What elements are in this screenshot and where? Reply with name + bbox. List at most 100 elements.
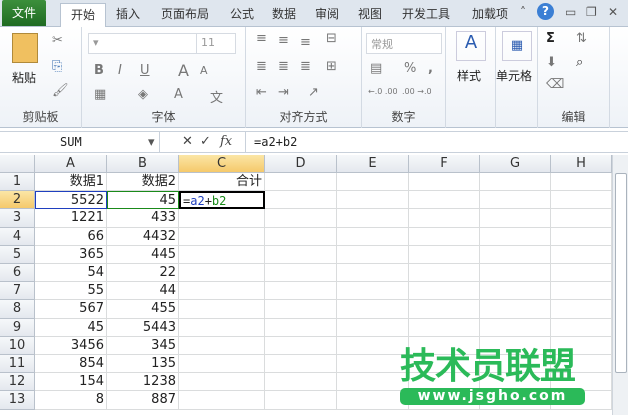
tab-1[interactable]: 开始 <box>60 3 106 28</box>
percent-button[interactable]: % <box>404 61 416 76</box>
fill-icon[interactable]: ⬇ <box>546 55 557 70</box>
paste-button[interactable]: 粘贴 <box>12 69 36 86</box>
align-left-icon[interactable]: ≣ <box>256 59 267 74</box>
cell-C2[interactable]: =a2+b2 <box>179 191 265 210</box>
currency-icon[interactable]: ▤ <box>370 61 382 76</box>
cell-E12[interactable] <box>337 373 409 392</box>
cell-B10[interactable]: 345 <box>107 336 179 355</box>
cell-D7[interactable] <box>265 282 337 301</box>
cell-C6[interactable] <box>179 264 265 283</box>
autosum-button[interactable]: Σ <box>546 31 555 46</box>
restore-icon[interactable]: ❐ <box>586 5 597 19</box>
cancel-icon[interactable]: ✕ <box>182 134 193 149</box>
row-header-13[interactable]: 13 <box>0 391 35 410</box>
cell-D6[interactable] <box>265 264 337 283</box>
tab-2[interactable]: 插入 <box>108 3 148 27</box>
cell-C4[interactable] <box>179 227 265 246</box>
cell-G3[interactable] <box>480 209 551 228</box>
cell-A4[interactable]: 66 <box>35 227 107 246</box>
cell-G8[interactable] <box>480 300 551 319</box>
find-icon[interactable]: ⌕ <box>576 55 583 70</box>
column-header-B[interactable]: B <box>107 155 179 173</box>
select-all-corner[interactable] <box>0 155 35 173</box>
styles-icon[interactable]: A <box>456 31 486 61</box>
column-header-A[interactable]: A <box>35 155 107 173</box>
cell-F2[interactable] <box>409 191 480 210</box>
align-right-icon[interactable]: ≣ <box>300 59 311 74</box>
tab-0[interactable]: 文件 <box>2 0 46 26</box>
cell-C7[interactable] <box>179 282 265 301</box>
row-header-10[interactable]: 10 <box>0 336 35 355</box>
cell-H8[interactable] <box>551 300 612 319</box>
name-box-dropdown-icon[interactable]: ▾ <box>148 135 155 150</box>
cell-F8[interactable] <box>409 300 480 319</box>
column-header-H[interactable]: H <box>551 155 612 173</box>
minimize-ribbon-icon[interactable]: ˄ <box>520 5 526 19</box>
cell-D1[interactable] <box>265 173 337 192</box>
align-middle-icon[interactable]: ≡ <box>278 33 289 48</box>
cell-A11[interactable]: 854 <box>35 355 107 374</box>
cell-H3[interactable] <box>551 209 612 228</box>
cell-E8[interactable] <box>337 300 409 319</box>
format-painter-icon[interactable]: 🖌 <box>52 83 69 98</box>
cell-F7[interactable] <box>409 282 480 301</box>
italic-button[interactable]: I <box>118 63 122 78</box>
row-header-9[interactable]: 9 <box>0 318 35 337</box>
wrap-text-icon[interactable]: ⊟ <box>326 31 337 46</box>
cell-D11[interactable] <box>265 355 337 374</box>
cell-A5[interactable]: 365 <box>35 245 107 264</box>
enter-icon[interactable]: ✓ <box>200 134 211 149</box>
cell-A13[interactable]: 8 <box>35 391 107 410</box>
cell-H5[interactable] <box>551 245 612 264</box>
fill-color-icon[interactable]: ◈ <box>138 87 148 102</box>
align-bottom-icon[interactable]: ≡ <box>300 35 311 50</box>
cells-icon[interactable]: ▦ <box>502 31 532 61</box>
grow-font-button[interactable]: A <box>178 61 189 80</box>
cell-C8[interactable] <box>179 300 265 319</box>
decrease-decimal-button[interactable]: .00 →.0 <box>402 87 432 96</box>
font-name-combo[interactable]: ▾ <box>88 33 200 54</box>
comma-button[interactable]: , <box>428 61 433 76</box>
cell-E5[interactable] <box>337 245 409 264</box>
cell-B12[interactable]: 1238 <box>107 373 179 392</box>
cell-G5[interactable] <box>480 245 551 264</box>
cell-A2[interactable]: 5522 <box>35 191 107 210</box>
cell-E13[interactable] <box>337 391 409 410</box>
cell-C1[interactable]: 合计 <box>179 173 265 192</box>
row-header-2[interactable]: 2 <box>0 191 35 210</box>
cell-A7[interactable]: 55 <box>35 282 107 301</box>
row-header-8[interactable]: 8 <box>0 300 35 319</box>
cell-C5[interactable] <box>179 245 265 264</box>
row-header-5[interactable]: 5 <box>0 245 35 264</box>
copy-icon[interactable]: ⎘ <box>52 59 62 74</box>
row-header-4[interactable]: 4 <box>0 227 35 246</box>
orientation-icon[interactable]: ↗ <box>308 85 319 100</box>
cell-B1[interactable]: 数据2 <box>107 173 179 192</box>
cell-C10[interactable] <box>179 336 265 355</box>
cell-H9[interactable] <box>551 318 612 337</box>
row-header-11[interactable]: 11 <box>0 355 35 374</box>
cell-D4[interactable] <box>265 227 337 246</box>
cell-B11[interactable]: 135 <box>107 355 179 374</box>
cut-icon[interactable]: ✂ <box>52 33 63 48</box>
cell-H4[interactable] <box>551 227 612 246</box>
column-header-C[interactable]: C <box>179 155 265 173</box>
cell-F3[interactable] <box>409 209 480 228</box>
tab-5[interactable]: 数据 <box>264 3 304 27</box>
clear-icon[interactable]: ⌫ <box>546 77 564 92</box>
cell-C11[interactable] <box>179 355 265 374</box>
insert-function-icon[interactable]: fx <box>220 134 232 149</box>
cell-D13[interactable] <box>265 391 337 410</box>
name-box[interactable]: SUM <box>0 132 160 152</box>
cell-D3[interactable] <box>265 209 337 228</box>
tab-8[interactable]: 开发工具 <box>392 3 460 27</box>
column-header-E[interactable]: E <box>337 155 409 173</box>
cell-B4[interactable]: 4432 <box>107 227 179 246</box>
font-size-combo[interactable]: 11 <box>196 33 236 54</box>
cells-button[interactable]: 单元格 <box>496 67 532 84</box>
cell-A10[interactable]: 3456 <box>35 336 107 355</box>
increase-decimal-button[interactable]: ←.0 .00 <box>368 87 398 96</box>
cell-A1[interactable]: 数据1 <box>35 173 107 192</box>
cell-D9[interactable] <box>265 318 337 337</box>
cell-A8[interactable]: 567 <box>35 300 107 319</box>
